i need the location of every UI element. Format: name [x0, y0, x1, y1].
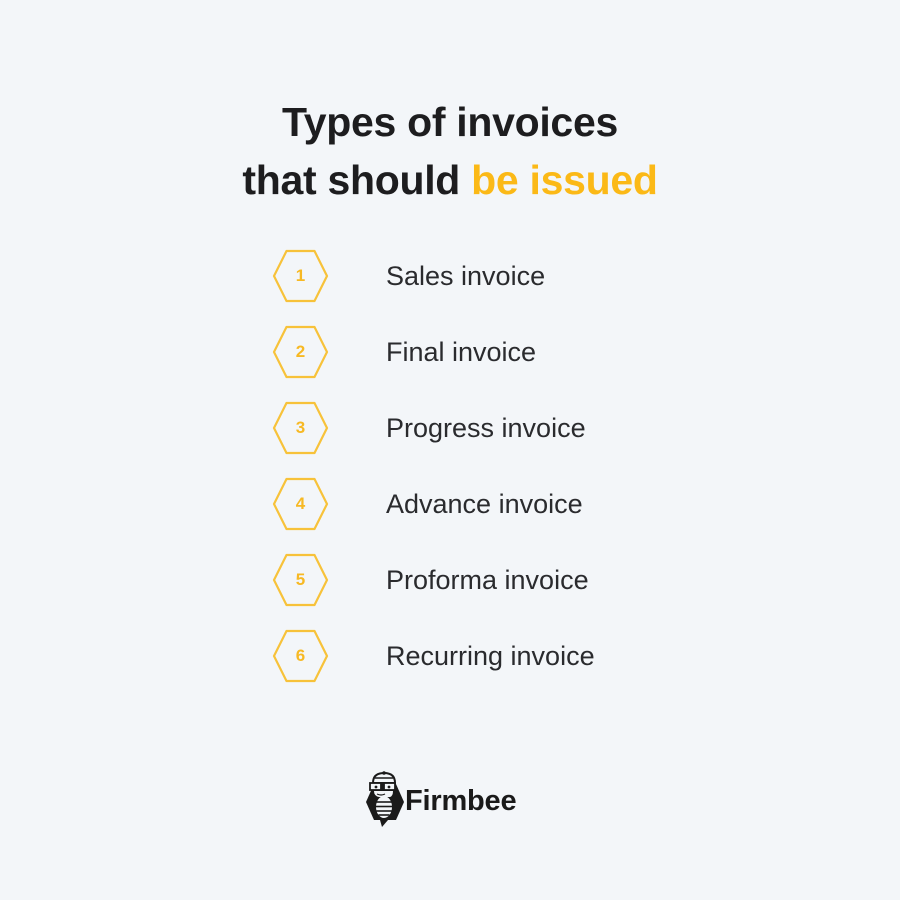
list-item: 2 Final invoice [272, 325, 672, 379]
item-label: Advance invoice [386, 489, 583, 519]
item-label: Progress invoice [386, 413, 586, 443]
hexagon-badge-icon: 6 [272, 629, 329, 683]
list-item: 3 Progress invoice [272, 401, 672, 455]
hexagon-badge-icon: 1 [272, 249, 329, 303]
item-number: 3 [295, 418, 306, 437]
hexagon-badge-icon: 5 [272, 553, 329, 607]
item-label: Final invoice [386, 337, 537, 367]
invoice-types-list: 1 Sales invoice 2 Final invoice 3 Progre… [0, 0, 900, 900]
item-number: 4 [295, 494, 306, 513]
bee-mascot-icon [366, 771, 404, 827]
item-label: Proforma invoice [386, 565, 589, 595]
item-label: Recurring invoice [386, 641, 595, 671]
item-number: 6 [295, 646, 306, 665]
list-item: 1 Sales invoice [272, 249, 672, 303]
hexagon-badge-icon: 2 [272, 325, 329, 379]
hexagon-badge-icon: 3 [272, 401, 329, 455]
brand-name: Firmbee [405, 785, 517, 817]
item-number: 2 [295, 342, 306, 361]
item-label: Sales invoice [386, 261, 546, 291]
item-number: 5 [295, 570, 306, 589]
list-item: 6 Recurring invoice [272, 629, 672, 683]
list-item: 4 Advance invoice [272, 477, 672, 531]
list-item: 5 Proforma invoice [272, 553, 672, 607]
item-number: 1 [295, 266, 306, 285]
hexagon-badge-icon: 4 [272, 477, 329, 531]
firmbee-logo: Firmbee [362, 770, 542, 830]
